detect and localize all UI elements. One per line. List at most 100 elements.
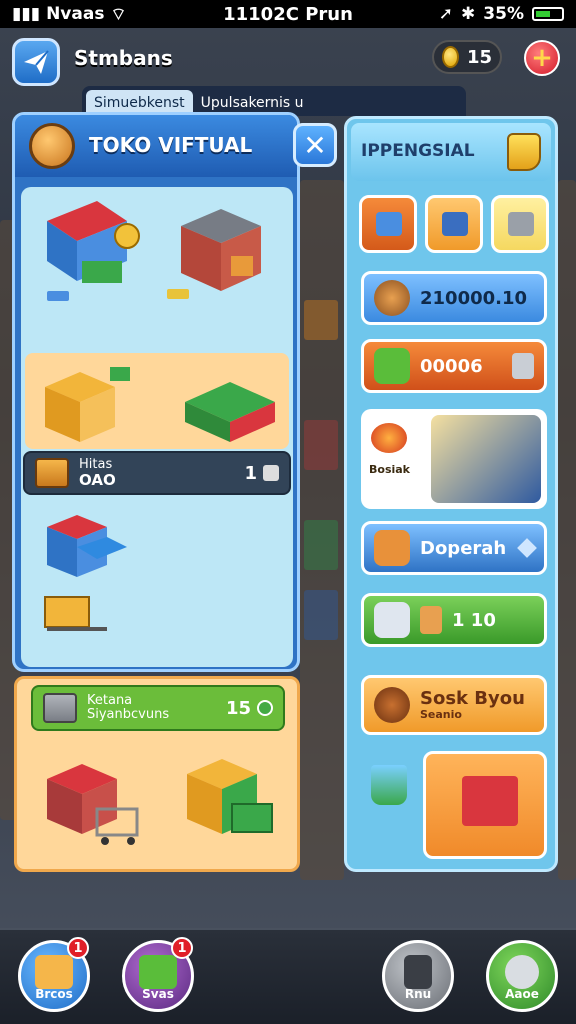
crate-icon bbox=[35, 458, 69, 488]
warehouse-icon bbox=[44, 515, 127, 631]
coin-amount: 15 bbox=[466, 46, 492, 68]
nav-rnu[interactable]: Rnu bbox=[382, 940, 454, 1012]
nav-aaoe-label: Aaoe bbox=[505, 987, 539, 1001]
background-box bbox=[304, 590, 338, 640]
greenhouse-icon bbox=[185, 382, 275, 442]
upgrade-row-delivery-label: Doperah bbox=[420, 537, 507, 559]
close-button[interactable]: ✕ bbox=[293, 123, 337, 167]
jar-icon bbox=[420, 606, 442, 634]
blue-box-icon bbox=[376, 212, 402, 236]
store-item-warehouse[interactable] bbox=[27, 507, 159, 657]
tag-icon bbox=[517, 538, 537, 558]
status-bar: ▮▮▮ Nvaas ⌔ 11102C Prun ➚ ✱ 35% bbox=[0, 0, 576, 28]
upgrade-row-delivery[interactable]: Doperah bbox=[361, 521, 547, 575]
upgrade-row-green-value: 00006 bbox=[420, 355, 483, 377]
virtual-store-panel: TOKO VIFTUAL Hitas OAO 1 ✕ bbox=[12, 112, 337, 672]
location-icon: ➚ bbox=[438, 4, 454, 24]
store-panel-header: TOKO VIFTUAL bbox=[15, 115, 297, 177]
notification-badge: 1 bbox=[67, 937, 89, 959]
nav-brcos[interactable]: Brcos 1 bbox=[18, 937, 90, 1012]
gem-icon bbox=[257, 700, 273, 716]
upgrade-panel-header: IPPENGSIAL bbox=[351, 123, 551, 181]
bottom-navigation: Brcos 1 Svas 1 Rnu Aaoe bbox=[0, 928, 576, 1024]
background-shelf bbox=[558, 180, 576, 880]
scanner-icon bbox=[508, 212, 534, 236]
coin-icon bbox=[442, 46, 459, 68]
store-item-shop-building[interactable] bbox=[161, 191, 287, 321]
nav-aaoe[interactable]: Aaoe bbox=[486, 940, 558, 1012]
delivery-box-icon bbox=[374, 530, 410, 566]
special-offer-card[interactable]: Bosiak bbox=[361, 409, 547, 509]
plane-icon bbox=[24, 50, 49, 74]
cube-icon bbox=[263, 465, 279, 481]
kiosk-icon bbox=[45, 367, 130, 442]
printer-icon bbox=[442, 212, 468, 236]
background-box bbox=[304, 420, 338, 470]
nav-brcos-label: Brcos bbox=[35, 987, 73, 1001]
battery-icon bbox=[532, 7, 564, 21]
upgrade-slot-3[interactable] bbox=[491, 195, 549, 253]
store-info-strip: Hitas OAO 1 bbox=[23, 451, 291, 495]
notification-badge: 1 bbox=[171, 937, 193, 959]
upgrade-row-orange[interactable]: Sosk Byou Seanio bbox=[361, 675, 547, 735]
upgrade-row-green-2[interactable]: 1 10 bbox=[361, 593, 547, 647]
dog-mascot-icon bbox=[507, 133, 541, 171]
lower-label-top: Ketana bbox=[87, 692, 133, 708]
market-stall-icon bbox=[47, 201, 140, 301]
machine-icon bbox=[512, 353, 534, 379]
green-can-icon bbox=[374, 348, 410, 384]
shopping-cart-icon[interactable] bbox=[37, 749, 157, 849]
lower-info-strip: Ketana Siyanbcvuns 15 bbox=[31, 685, 285, 731]
nav-svas[interactable]: Svas 1 bbox=[122, 937, 194, 1012]
pot-icon bbox=[374, 687, 410, 723]
document-icon bbox=[404, 955, 432, 989]
grocery-stand-icon[interactable] bbox=[177, 749, 297, 849]
carrier-name: Nvaas bbox=[46, 4, 105, 24]
shop-building-icon bbox=[167, 209, 261, 299]
basket-icon bbox=[29, 123, 75, 169]
lower-label-bottom: Siyanbcvuns bbox=[87, 707, 170, 722]
add-coins-button[interactable]: + bbox=[524, 40, 560, 76]
background-box bbox=[304, 300, 338, 340]
info-label-bottom: OAO bbox=[79, 470, 116, 489]
store-panel-title: TOKO VIFTUAL bbox=[89, 133, 253, 157]
upgrade-slot-2[interactable] bbox=[425, 195, 483, 253]
wifi-icon: ⌔ bbox=[110, 4, 127, 25]
back-button[interactable] bbox=[12, 38, 60, 86]
store-item-kiosk[interactable] bbox=[25, 353, 289, 449]
green-bag-icon bbox=[139, 955, 177, 989]
store-item-market-stall[interactable] bbox=[27, 191, 159, 321]
battery-percent: 35% bbox=[483, 4, 524, 24]
info-label-top: Hitas bbox=[79, 456, 113, 472]
special-offer-label: Bosiak bbox=[369, 463, 410, 476]
background-box bbox=[304, 520, 338, 570]
package-icon bbox=[43, 693, 77, 723]
mystery-box-card[interactable] bbox=[423, 751, 547, 859]
upgrade-panel-title: IPPENGSIAL bbox=[361, 141, 475, 161]
coin-counter: 15 bbox=[432, 40, 502, 74]
gear-icon bbox=[505, 955, 539, 989]
upgrade-row-money[interactable]: 210000.10 bbox=[361, 271, 547, 325]
gift-box-icon bbox=[462, 776, 518, 826]
info-value: 1 bbox=[244, 462, 257, 484]
lower-store-panel: Ketana Siyanbcvuns 15 bbox=[14, 676, 300, 872]
clock: 11102C Prun bbox=[223, 3, 353, 25]
upgrade-row-money-value: 210000.10 bbox=[420, 287, 528, 309]
scale-icon bbox=[374, 602, 410, 638]
hand-holding-icon bbox=[431, 415, 541, 503]
upgrade-slot-1[interactable] bbox=[359, 195, 417, 253]
bluetooth-icon: ✱ bbox=[461, 4, 476, 24]
nav-svas-label: Svas bbox=[142, 987, 174, 1001]
barrel-icon bbox=[374, 280, 410, 316]
nav-rnu-label: Rnu bbox=[404, 987, 432, 1001]
upgrade-row-orange-bottom: Seanio bbox=[420, 707, 462, 721]
lower-value: 15 bbox=[225, 697, 251, 719]
upgrade-row-green[interactable]: 00006 bbox=[361, 339, 547, 393]
trash-bin-icon[interactable] bbox=[371, 765, 407, 805]
basket-red-icon bbox=[371, 423, 407, 453]
shopping-bag-icon bbox=[35, 955, 73, 989]
signal-icon: ▮▮▮ bbox=[12, 4, 41, 24]
upgrade-row-green-2-value: 1 10 bbox=[452, 609, 496, 631]
upgrade-row-orange-top: Sosk Byou bbox=[420, 687, 525, 709]
upgrade-panel: IPPENGSIAL 210000.10 00006 Bosiak Dopera… bbox=[344, 116, 558, 872]
